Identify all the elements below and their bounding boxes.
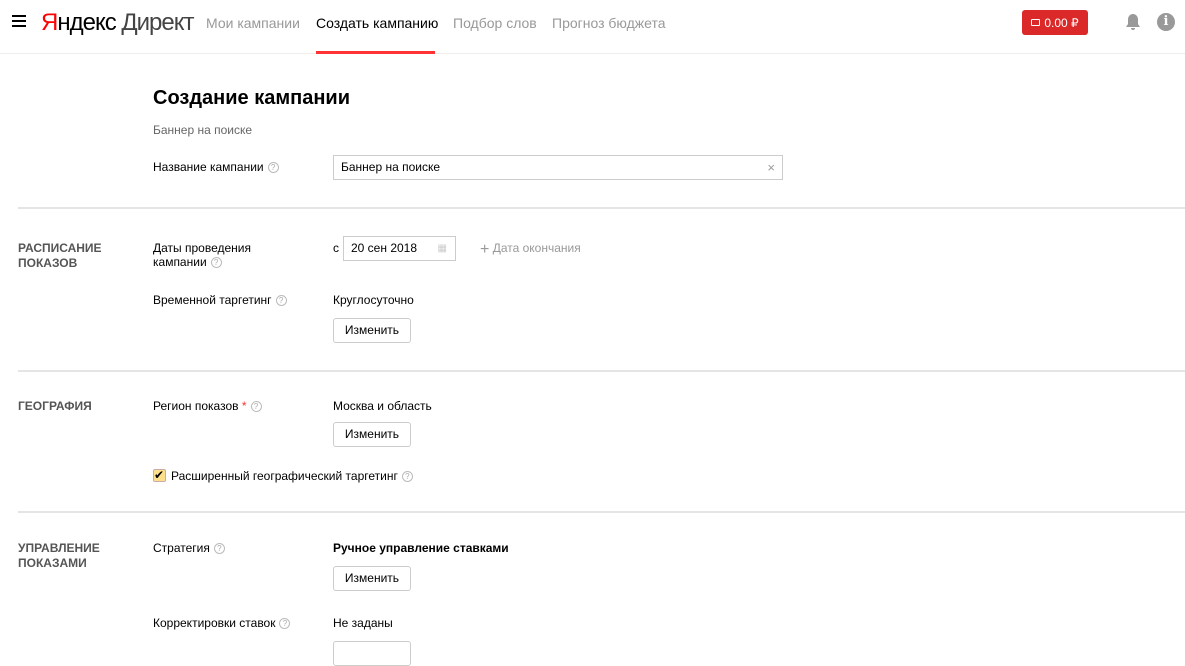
extended-geo-label[interactable]: Расширенный географический таргетинг? (171, 469, 413, 483)
section-schedule: РАСПИСАНИЕ ПОКАЗОВ (18, 241, 102, 270)
page-title: Создание кампании (153, 87, 351, 109)
nav-create-campaign[interactable]: Создать кампанию (316, 15, 438, 31)
bid-adjustments-label: Корректировки ставок? (153, 616, 291, 630)
campaign-name-label: Название кампании? (153, 160, 279, 174)
start-date-input[interactable]: 20 сен 2018 ▦ (343, 236, 456, 261)
info-icon[interactable]: i (1157, 13, 1175, 31)
divider (18, 207, 1185, 209)
change-bid-adjustments-button[interactable] (333, 641, 411, 666)
region-label: Регион показов *? (153, 399, 262, 413)
region-value: Москва и область (333, 399, 432, 413)
help-icon[interactable]: ? (279, 618, 291, 629)
nav-budget-forecast[interactable]: Прогноз бюджета (552, 15, 666, 31)
help-icon[interactable]: ? (250, 401, 262, 412)
nav-word-selection[interactable]: Подбор слов (453, 15, 537, 31)
help-icon[interactable]: ? (210, 257, 222, 268)
top-header: Яндекс Директ Мои кампании Создать кампа… (0, 0, 1185, 54)
clear-icon[interactable]: × (767, 156, 775, 179)
strategy-label: Стратегия? (153, 541, 225, 555)
plus-icon: + (480, 241, 490, 258)
nav-my-campaigns[interactable]: Мои кампании (206, 15, 300, 31)
balance-button[interactable]: 0.00 ₽ (1022, 10, 1088, 35)
menu-icon[interactable] (12, 15, 26, 27)
bell-icon[interactable] (1124, 13, 1142, 31)
dates-label: Даты проведения кампании? (153, 241, 251, 269)
wallet-icon (1031, 19, 1041, 26)
calendar-icon[interactable]: ▦ (438, 237, 447, 260)
time-targeting-label: Временной таргетинг? (153, 293, 287, 307)
from-label: с (333, 241, 339, 255)
change-strategy-button[interactable]: Изменить (333, 566, 411, 591)
section-geo: ГЕОГРАФИЯ (18, 399, 92, 413)
help-icon[interactable]: ? (213, 543, 225, 554)
campaign-type: Баннер на поиске (153, 123, 253, 137)
divider (18, 370, 1185, 372)
help-icon[interactable]: ? (267, 162, 279, 173)
add-end-date-link[interactable]: + Дата окончания (480, 241, 581, 258)
active-tab-indicator (316, 51, 435, 54)
extended-geo-checkbox[interactable]: ✔ (153, 469, 166, 482)
help-icon[interactable]: ? (275, 295, 287, 306)
time-targeting-value: Круглосуточно (333, 293, 414, 307)
campaign-name-input[interactable]: Баннер на поиске × (333, 155, 783, 180)
bid-adjustments-value: Не заданы (333, 616, 393, 630)
help-icon[interactable]: ? (401, 471, 413, 482)
strategy-value: Ручное управление ставками (333, 541, 509, 555)
change-region-button[interactable]: Изменить (333, 422, 411, 447)
section-control: УПРАВЛЕНИЕ ПОКАЗАМИ (18, 541, 100, 570)
logo[interactable]: Яндекс Директ (41, 9, 195, 37)
change-time-targeting-button[interactable]: Изменить (333, 318, 411, 343)
divider (18, 511, 1185, 513)
